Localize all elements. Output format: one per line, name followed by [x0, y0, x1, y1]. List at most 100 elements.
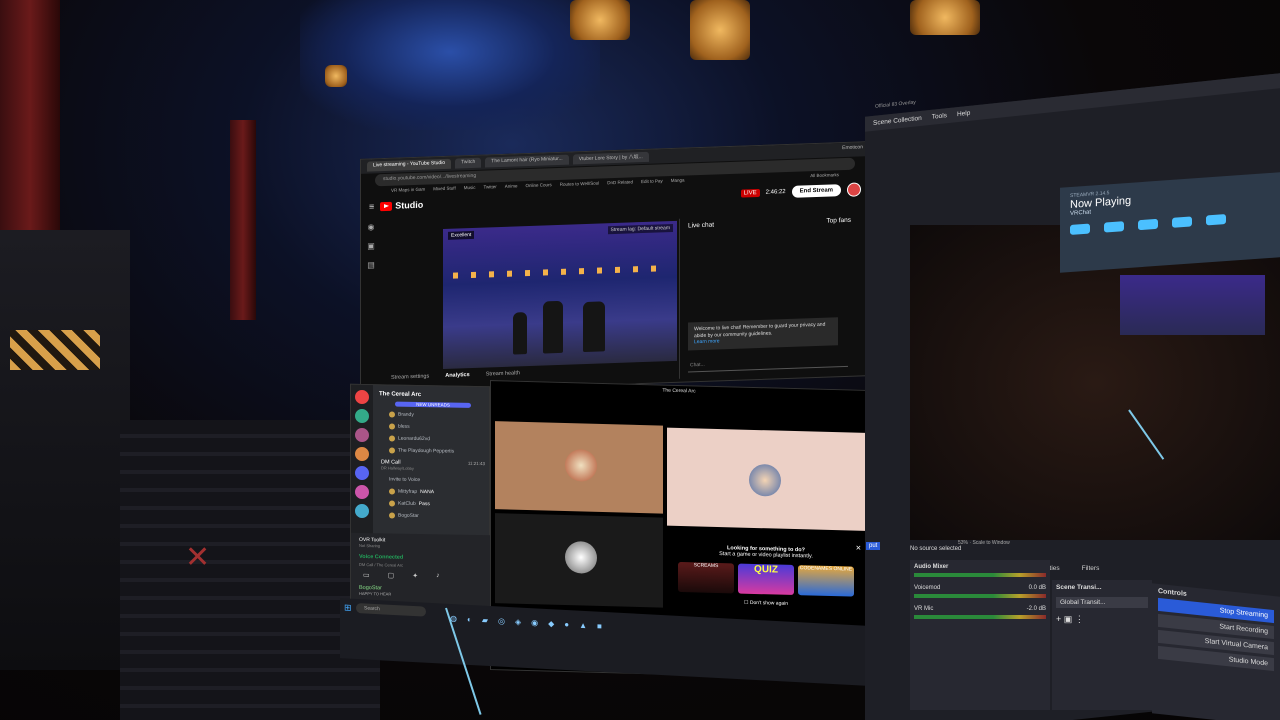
audio-mixer: Audio Mixer Voicemod 0.0 dB VR Mic -2.0 …	[910, 560, 1050, 710]
studio-logo[interactable]: Studio	[380, 200, 423, 212]
app-icon[interactable]: ■	[597, 622, 602, 631]
studio-label: Studio	[395, 199, 424, 211]
extension-label[interactable]: Emoticon	[842, 144, 863, 155]
server-name[interactable]: The Cereal Arc	[375, 385, 491, 401]
server-icon[interactable]	[355, 389, 369, 405]
bookmark[interactable]: Routes to Well/Soul	[560, 181, 599, 189]
member-label: Mittyfrap	[398, 488, 418, 495]
server-icon[interactable]	[355, 465, 369, 481]
mixer-channel: Voicemod 0.0 dB	[914, 585, 1046, 591]
bookmark[interactable]: Anime	[505, 183, 518, 190]
activity-card[interactable]: QUIZ	[738, 563, 794, 596]
windows-start-icon[interactable]: ⊞	[344, 602, 352, 613]
toolkit-activity[interactable]: OVR Toolkit Not Sharing	[351, 533, 491, 554]
channel-label: Brandy	[398, 411, 414, 418]
tracker-icon[interactable]	[1172, 216, 1192, 228]
headset-icon[interactable]	[1070, 223, 1090, 235]
more-icon[interactable]: ⋮	[1075, 614, 1084, 624]
menu-icon[interactable]: ≡	[369, 201, 374, 211]
browser-tab[interactable]: Live streaming - YouTube Studio	[367, 158, 452, 172]
steam-icon[interactable]: ◎	[498, 616, 505, 625]
chat-input[interactable]: Chat...	[688, 354, 848, 373]
audio-meter[interactable]	[914, 594, 1046, 598]
bookmark[interactable]: Music	[464, 185, 476, 192]
sources-tag[interactable]: put	[866, 542, 881, 550]
menu-help[interactable]: Help	[957, 110, 970, 118]
controller-icon[interactable]	[1138, 218, 1158, 231]
menu-tools[interactable]: Tools	[932, 112, 947, 121]
dm-call-item[interactable]: DM Call 11:21:43 DR Hallway/Lobby	[375, 456, 491, 475]
bookmark[interactable]: Edit to Pay	[641, 178, 663, 186]
app-icon[interactable]: ●	[564, 620, 569, 629]
manage-icon[interactable]: ▤	[367, 260, 375, 269]
folder-icon[interactable]: ▰	[482, 616, 488, 625]
server-icon[interactable]	[355, 427, 369, 443]
properties-icon[interactable]: ▣	[1064, 614, 1073, 624]
broadcast-icon[interactable]: ◉	[368, 222, 375, 231]
bookmark[interactable]: Twitter	[483, 184, 496, 191]
browser-tab[interactable]: Vtuber Lore Story | by 八坂...	[572, 151, 649, 165]
user-panel[interactable]: BogoStar HAPPY TO HEAR	[351, 583, 491, 600]
discord-icon[interactable]: ◈	[515, 617, 521, 626]
tab-filters[interactable]: Filters	[1082, 565, 1100, 572]
audio-meter[interactable]	[914, 615, 1046, 619]
camera-icon[interactable]: ▭	[363, 571, 370, 579]
participant-avatar	[749, 463, 781, 497]
server-icon[interactable]	[355, 408, 369, 424]
server-icon[interactable]	[355, 446, 369, 462]
server-icon[interactable]	[355, 503, 369, 519]
account-avatar[interactable]	[847, 182, 861, 197]
bookmark[interactable]: Online Cours	[526, 182, 552, 190]
bookmark[interactable]: Mixed Stuff	[433, 186, 455, 194]
stream-latency: Stream lag: Default stream	[607, 223, 673, 235]
activity-card[interactable]: SCREAMS	[678, 561, 734, 594]
activity-icon[interactable]: ✦	[412, 572, 418, 580]
chat-title[interactable]: Live chat	[688, 222, 714, 230]
tab-analytics[interactable]: Analytics	[445, 372, 469, 379]
server-icon[interactable]	[355, 484, 369, 500]
live-chat-panel: Live chat Top fans Welcome to live chat!…	[679, 212, 859, 379]
edge-icon[interactable]: ◐	[467, 615, 472, 624]
user-avatar	[389, 512, 395, 519]
app-icon[interactable]: ▲	[579, 621, 587, 630]
obs-icon[interactable]: ◉	[531, 618, 538, 627]
tab-stream-health[interactable]: Stream health	[486, 370, 520, 377]
browser-tab[interactable]: Twitch	[455, 157, 482, 169]
new-unreads-badge[interactable]: NEW UNREADS	[395, 401, 471, 408]
controller-icon[interactable]	[1104, 221, 1124, 233]
taskbar-search[interactable]: Search	[356, 603, 426, 617]
bookmark[interactable]: VR Maps in Gam	[391, 187, 425, 195]
bookmark[interactable]: All Bookmarks	[810, 172, 839, 180]
stream-preview: Excellent Stream lag: Default stream	[443, 220, 677, 370]
menu-scene-collection[interactable]: Scene Collection	[873, 115, 922, 127]
channel-label: bless	[398, 423, 410, 430]
participant-tile[interactable]	[667, 427, 865, 531]
add-icon[interactable]: +	[1056, 614, 1061, 624]
user-avatar	[389, 411, 395, 418]
chat-filter[interactable]: Top fans	[826, 217, 851, 225]
transition-select[interactable]: Global Transit...	[1056, 597, 1148, 608]
bookmark[interactable]: Manga	[671, 178, 685, 185]
transition-buttons: + ▣ ⋮	[1056, 614, 1148, 625]
base-station-icon[interactable]	[1206, 214, 1226, 226]
screen-share-icon[interactable]: ▢	[388, 571, 395, 579]
end-stream-button[interactable]: End Stream	[791, 184, 841, 198]
app-icon[interactable]: ◆	[548, 619, 554, 628]
youtube-studio-window: Live streaming - YouTube Studio Twitch T…	[360, 141, 870, 394]
muted-mic-icon: ✕	[185, 541, 211, 574]
soundboard-icon[interactable]: ♪	[436, 572, 440, 580]
tab-stream-settings[interactable]: Stream settings	[391, 373, 429, 380]
participant-tile[interactable]	[495, 421, 663, 514]
participant-tile[interactable]	[495, 513, 663, 608]
close-icon[interactable]: ×	[856, 543, 861, 553]
live-timer: 2:46:22	[765, 189, 786, 196]
activity-card[interactable]: CODENAMES ONLINE	[798, 565, 854, 597]
bookmark[interactable]: DnD Related	[607, 179, 633, 187]
dont-show-checkbox[interactable]: ☐ Don't show again	[667, 598, 865, 609]
browser-tab[interactable]: The Lamont hair (Ryo Miniatur...	[485, 154, 569, 168]
member-item[interactable]: BogoStar	[375, 509, 491, 523]
camera-icon[interactable]: ▣	[367, 241, 375, 250]
avatar-figure	[583, 301, 605, 353]
scale-mode[interactable]: 53% · Scale to Window	[958, 540, 1010, 546]
stone-lantern	[0, 230, 130, 670]
